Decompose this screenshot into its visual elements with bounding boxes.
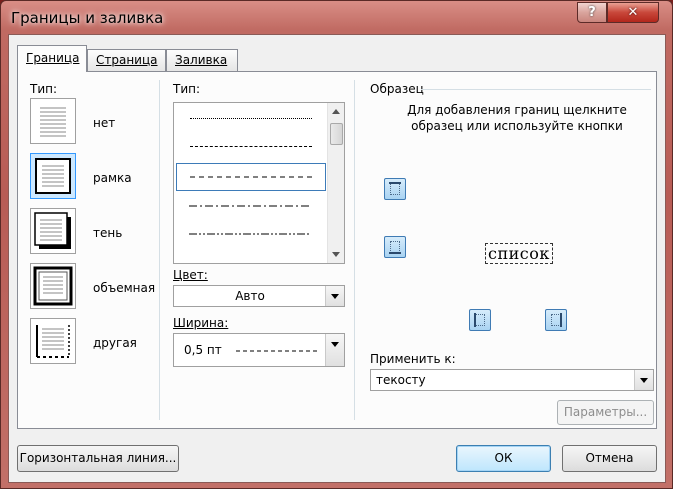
ok-button[interactable]: ОК [456, 445, 551, 472]
width-select[interactable]: 0,5 пт [173, 333, 345, 367]
border-tab-panel: Тип: нет рамка тень объемная другая Тип:… [17, 71, 657, 429]
preset-3d-icon [33, 266, 73, 306]
title-bar[interactable]: Границы и заливка ? ✕ [1, 1, 672, 35]
options-button[interactable]: Параметры... [557, 400, 654, 425]
color-dropdown-icon[interactable] [325, 286, 344, 306]
preset-none-icon [40, 107, 66, 137]
bottom-border-icon [389, 252, 401, 254]
scroll-up-icon[interactable] [332, 109, 340, 114]
dash-dot-dot-line-sample [189, 233, 311, 235]
width-line-sample [236, 350, 320, 352]
apply-to-dropdown-icon[interactable] [634, 370, 653, 390]
color-label-text: Цвет: [173, 268, 208, 282]
top-border-button[interactable] [384, 178, 406, 200]
color-label: Цвет: [173, 268, 208, 282]
color-value: Авто [235, 289, 265, 303]
line-style-item[interactable] [176, 193, 326, 221]
tab-border-label: Граница [26, 51, 80, 65]
width-value: 0,5 пт [184, 343, 222, 357]
right-border-button[interactable] [545, 309, 567, 331]
dialog-window: Границы и заливка ? ✕ Граница Страница З… [0, 0, 673, 489]
line-style-item[interactable] [176, 133, 326, 161]
preset-3d-label: объемная [93, 281, 156, 295]
sample-hint: Для добавления границ щелкните образец и… [407, 103, 627, 133]
window-title: Границы и заливка [11, 9, 164, 27]
right-border-icon [560, 313, 562, 327]
column-divider-right [354, 80, 355, 420]
sample-preview[interactable]: список [485, 243, 553, 264]
scroll-down-icon[interactable] [332, 252, 340, 257]
sample-label: Образец [370, 82, 424, 96]
line-style-scrollbar[interactable] [327, 103, 344, 263]
preset-box[interactable] [30, 153, 76, 199]
preset-custom-icon [36, 325, 70, 358]
width-label: Ширина: [173, 316, 228, 330]
column-divider [159, 80, 160, 420]
preset-box-icon [35, 158, 71, 194]
preset-shadow-icon [34, 212, 71, 249]
left-border-button[interactable] [469, 309, 491, 331]
dash-dot-line-sample [189, 205, 311, 207]
bottom-border-button[interactable] [384, 236, 406, 258]
line-style-label: Тип: [173, 82, 201, 96]
preset-box-label: рамка [93, 171, 132, 185]
color-select[interactable]: Авто [173, 285, 345, 307]
width-label-text: Ширина: [173, 316, 229, 330]
width-dropdown-icon[interactable] [325, 334, 344, 366]
cancel-button[interactable]: Отмена [562, 445, 657, 472]
dashed-line-sample [190, 176, 312, 178]
line-style-item[interactable] [176, 221, 326, 249]
tab-shading-label: Заливка [175, 53, 228, 67]
apply-to-value: текосту [376, 373, 426, 387]
left-border-icon [474, 313, 476, 327]
tab-shading[interactable]: Заливка [166, 49, 238, 71]
top-border-icon [389, 182, 401, 184]
preset-custom-label: другая [93, 336, 137, 350]
preset-custom[interactable] [30, 318, 76, 364]
apply-to-select[interactable]: текосту [370, 369, 654, 391]
help-button[interactable]: ? [577, 2, 607, 23]
line-style-list[interactable] [173, 102, 345, 264]
preset-3d[interactable] [30, 263, 76, 309]
dialog-body: Граница Страница Заливка Тип: нет рамка … [8, 34, 666, 483]
preset-shadow-label: тень [93, 226, 123, 240]
tab-page[interactable]: Страница [87, 49, 166, 71]
sample-divider [421, 89, 651, 90]
line-style-item[interactable] [176, 105, 326, 133]
preset-none[interactable] [30, 98, 76, 144]
preset-none-label: нет [93, 116, 116, 130]
preset-shadow[interactable] [30, 208, 76, 254]
tab-border[interactable]: Граница [17, 45, 87, 72]
close-button[interactable]: ✕ [607, 2, 659, 23]
preset-type-label: Тип: [30, 82, 58, 96]
line-style-item-selected[interactable] [176, 163, 326, 191]
tab-page-label: Страница [96, 53, 158, 67]
apply-to-label: Применить к: [370, 352, 456, 366]
scroll-thumb[interactable] [330, 123, 343, 145]
horizontal-line-button[interactable]: Горизонтальная линия... [17, 445, 179, 472]
